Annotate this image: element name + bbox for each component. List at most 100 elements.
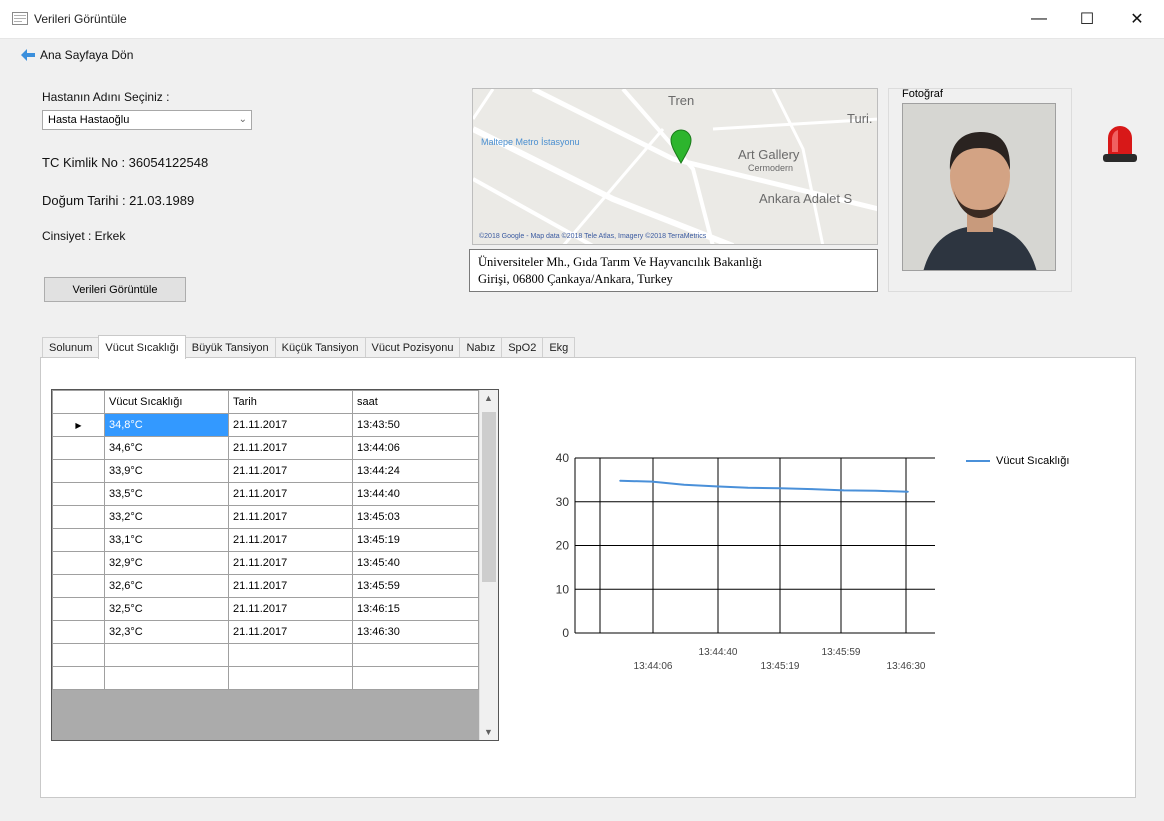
row-header[interactable] (52, 551, 105, 575)
table-cell[interactable] (104, 643, 229, 667)
table-cell[interactable] (352, 666, 479, 690)
table-row[interactable]: 32,3°C 21.11.2017 13:46:30 (52, 620, 479, 644)
table-row[interactable]: 32,5°C 21.11.2017 13:46:15 (52, 597, 479, 621)
patient-select[interactable]: Hasta Hastaoğlu ⌄ (42, 110, 252, 130)
table-cell[interactable] (352, 643, 479, 667)
table-row[interactable]: 32,9°C 21.11.2017 13:45:40 (52, 551, 479, 575)
row-header[interactable]: ▶ (52, 413, 105, 437)
series-line (619, 479, 909, 493)
table-row[interactable]: 34,6°C 21.11.2017 13:44:06 (52, 436, 479, 460)
table-row[interactable]: 33,5°C 21.11.2017 13:44:40 (52, 482, 479, 506)
row-header[interactable] (52, 643, 105, 667)
photo-label: Fotoğraf (902, 88, 943, 100)
back-to-home-link[interactable]: Ana Sayfaya Dön (20, 48, 133, 62)
table-cell[interactable]: 13:43:50 (352, 413, 479, 437)
map-label: Turi. (847, 111, 873, 126)
x-tick-label: 13:46:30 (887, 661, 926, 672)
tab-respiration[interactable]: Solunum (42, 337, 100, 358)
column-header[interactable]: saat (352, 390, 479, 414)
row-header[interactable] (52, 459, 105, 483)
column-header[interactable]: Vücut Sıcaklığı (104, 390, 229, 414)
data-point (907, 490, 909, 493)
data-point (715, 485, 717, 488)
back-link-label: Ana Sayfaya Dön (40, 48, 134, 62)
view-data-button[interactable]: Verileri Görüntüle (44, 277, 186, 302)
table-cell[interactable]: 33,1°C (104, 528, 229, 552)
row-header[interactable] (52, 574, 105, 598)
close-button[interactable]: ✕ (1114, 6, 1160, 32)
scroll-down-icon[interactable]: ▼ (484, 727, 493, 737)
table-row[interactable]: 32,6°C 21.11.2017 13:45:59 (52, 574, 479, 598)
table-cell[interactable]: 13:45:59 (352, 574, 479, 598)
table-row[interactable]: 33,1°C 21.11.2017 13:45:19 (52, 528, 479, 552)
row-header[interactable] (52, 666, 105, 690)
table-row[interactable] (52, 666, 479, 690)
tab-spo2[interactable]: SpO2 (501, 337, 544, 358)
row-header[interactable] (52, 528, 105, 552)
table-cell[interactable]: 32,3°C (104, 620, 229, 644)
table-cell[interactable]: 21.11.2017 (228, 597, 353, 621)
table-cell[interactable]: 32,5°C (104, 597, 229, 621)
table-cell[interactable]: 13:45:19 (352, 528, 479, 552)
table-cell[interactable]: 21.11.2017 (228, 505, 353, 529)
table-cell[interactable] (228, 643, 353, 667)
row-header[interactable] (52, 505, 105, 529)
table-cell[interactable] (228, 666, 353, 690)
table-cell[interactable]: 34,8°C (104, 413, 229, 437)
data-point (747, 487, 749, 489)
table-row[interactable] (52, 643, 479, 667)
table-cell[interactable]: 13:45:03 (352, 505, 479, 529)
grid-scrollbar[interactable]: ▲ ▼ (479, 390, 498, 740)
tab-body-position[interactable]: Vücut Pozisyonu (364, 337, 461, 358)
table-cell[interactable]: 13:45:40 (352, 551, 479, 575)
table-cell[interactable]: 13:44:40 (352, 482, 479, 506)
table-cell[interactable]: 32,6°C (104, 574, 229, 598)
tab-body-temperature[interactable]: Vücut Sıcaklığı (98, 335, 186, 359)
table-cell[interactable]: 13:44:24 (352, 459, 479, 483)
table-cell[interactable]: 13:46:15 (352, 597, 479, 621)
table-cell[interactable]: 13:46:30 (352, 620, 479, 644)
table-cell[interactable]: 21.11.2017 (228, 436, 353, 460)
row-header[interactable] (52, 597, 105, 621)
data-grid[interactable]: Vücut Sıcaklığı Tarih saat ▶ 34,8°C 21.11.… (51, 389, 499, 741)
table-row[interactable]: ▶ 34,8°C 21.11.2017 13:43:50 (52, 413, 479, 437)
scrollbar-thumb[interactable] (482, 412, 496, 582)
tab-systolic-pressure[interactable]: Büyük Tansiyon (184, 337, 276, 358)
tab-ekg[interactable]: Ekg (542, 337, 576, 358)
table-cell[interactable]: 21.11.2017 (228, 551, 353, 575)
table-cell[interactable]: 21.11.2017 (228, 620, 353, 644)
title-bar (0, 0, 1164, 39)
table-row[interactable]: 33,2°C 21.11.2017 13:45:03 (52, 505, 479, 529)
location-map[interactable]: Tren Turi. Maltepe Metro İstasyonu Art G… (472, 88, 878, 245)
scroll-up-icon[interactable]: ▲ (484, 393, 493, 403)
y-tick-label: 0 (562, 626, 569, 640)
table-cell[interactable]: 21.11.2017 (228, 574, 353, 598)
row-header[interactable] (52, 620, 105, 644)
table-cell[interactable]: 13:44:06 (352, 436, 479, 460)
table-cell[interactable]: 33,5°C (104, 482, 229, 506)
table-cell[interactable]: 21.11.2017 (228, 482, 353, 506)
table-cell[interactable]: 21.11.2017 (228, 528, 353, 552)
row-header[interactable] (52, 482, 105, 506)
tab-pulse[interactable]: Nabız (459, 337, 503, 358)
patient-select-label: Hastanın Adını Seçiniz : (42, 90, 170, 104)
table-cell[interactable]: 32,9°C (104, 551, 229, 575)
column-header[interactable]: Tarih (228, 390, 353, 414)
table-cell[interactable]: 21.11.2017 (228, 413, 353, 437)
chart-legend: Vücut Sıcaklığı (966, 455, 1069, 467)
tc-number: TC Kimlik No : 36054122548 (42, 155, 209, 170)
arrow-left-icon (21, 49, 35, 61)
table-row[interactable]: 33,9°C 21.11.2017 13:44:24 (52, 459, 479, 483)
table-cell[interactable]: 33,2°C (104, 505, 229, 529)
table-cell[interactable]: 21.11.2017 (228, 459, 353, 483)
row-header[interactable] (52, 436, 105, 460)
address-line: Üniversiteler Mh., Gıda Tarım Ve Hayvanc… (478, 255, 763, 269)
tab-diastolic-pressure[interactable]: Küçük Tansiyon (274, 337, 366, 358)
table-cell[interactable] (104, 666, 229, 690)
maximize-button[interactable]: ☐ (1064, 6, 1110, 32)
table-cell[interactable]: 34,6°C (104, 436, 229, 460)
birth-date: Doğum Tarihi : 21.03.1989 (42, 193, 195, 208)
minimize-button[interactable]: — (1016, 6, 1062, 32)
table-cell[interactable]: 33,9°C (104, 459, 229, 483)
legend-swatch (966, 460, 990, 462)
